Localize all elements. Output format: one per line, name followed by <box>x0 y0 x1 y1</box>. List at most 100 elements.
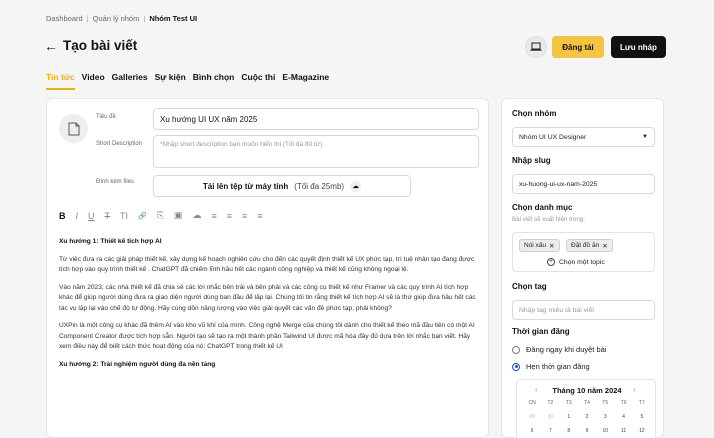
embed-icon[interactable]: ☁ <box>192 210 201 221</box>
radio-selected-icon <box>512 362 520 371</box>
preview-device-button[interactable] <box>525 36 547 58</box>
attachment-icon[interactable]: ⎘ <box>157 210 164 221</box>
chevron-down-icon: ▼ <box>642 134 648 140</box>
align-center-icon[interactable]: ≡ <box>227 211 232 221</box>
plus-icon: + <box>547 258 555 266</box>
formatting-toolbar: B I U T TI 🔗 ⎘ ▣ ☁ ≡ ≡ ≡ ≡ <box>59 210 263 221</box>
back-arrow-icon[interactable]: ← <box>44 38 58 54</box>
weekday: T4 <box>584 400 590 406</box>
breadcrumb-separator: | <box>143 14 146 23</box>
choose-topic-label: Chọn một topic <box>559 258 605 266</box>
image-icon[interactable]: ▣ <box>174 210 183 221</box>
chip-label: Nói xấu <box>524 242 547 249</box>
choose-topic-button[interactable]: + Chọn một topic <box>547 258 605 266</box>
slug-input[interactable]: xu-huong-ui-ux-nam-2025 <box>512 174 655 194</box>
calendar-day[interactable]: 6 <box>523 428 541 434</box>
underline-icon[interactable]: U <box>88 211 95 221</box>
calendar-day[interactable]: 10 <box>596 428 614 434</box>
publish-button[interactable]: Đăng tải <box>552 36 604 58</box>
calendar-day[interactable]: 1 <box>560 414 578 420</box>
calendar-day[interactable]: 12 <box>633 428 651 434</box>
tab-polls[interactable]: Bình chọn <box>193 72 235 90</box>
tab-emagazine[interactable]: E-Magazine <box>282 72 329 90</box>
calendar-month: Tháng 10 năm 2024 <box>552 386 622 395</box>
calendar-day[interactable]: 4 <box>614 414 632 420</box>
calendar: ‹ › Tháng 10 năm 2024 CN T2 T3 T4 T5 T6 … <box>516 379 656 438</box>
breadcrumb-current: Nhóm Test UI <box>149 14 198 23</box>
align-right-icon[interactable]: ≡ <box>242 211 247 221</box>
content-heading: Xu hướng 2: Trải nghiệm người dùng đa nề… <box>59 360 216 368</box>
weekday: T2 <box>547 400 554 406</box>
strikethrough-icon[interactable]: T <box>105 211 111 221</box>
breadcrumb-dashboard[interactable]: Dashboard <box>46 14 83 23</box>
calendar-day[interactable]: 2 <box>578 414 596 420</box>
page-title: Tạo bài viết <box>63 38 138 53</box>
upload-file-button[interactable]: Tải lên tệp từ máy tính (Tối đa 25mb) ☁ <box>153 175 411 197</box>
upload-size-hint: (Tối đa 25mb) <box>294 181 345 191</box>
close-icon[interactable]: ✕ <box>549 242 554 250</box>
upload-button-label: Tải lên tệp từ máy tính <box>202 181 289 191</box>
thumbnail-upload[interactable] <box>59 114 88 143</box>
text-size-icon[interactable]: TI <box>120 211 128 221</box>
radio-label: Đăng ngay khi duyệt bài <box>526 345 607 354</box>
category-hint: Bài viết sẽ xuất hiện trong: <box>512 216 585 223</box>
publish-time-label: Thời gian đăng <box>512 327 570 336</box>
title-label: Tiêu đề <box>96 114 116 120</box>
content-paragraph: UXPin là một công cụ khác đã thêm AI vào… <box>59 322 475 351</box>
calendar-day[interactable]: 7 <box>541 428 559 434</box>
short-description-input[interactable]: *Nhập short description bạn muốn hiển th… <box>153 135 479 168</box>
calendar-grid: CN T2 T3 T4 T5 T6 T7 29 30 1 2 3 4 5 6 7… <box>523 400 651 434</box>
category-chip: Nói xấu ✕ <box>519 239 560 252</box>
short-description-label: Short Description <box>96 141 143 147</box>
laptop-icon <box>530 42 542 51</box>
calendar-day[interactable]: 8 <box>560 428 578 434</box>
close-icon[interactable]: ✕ <box>602 242 607 250</box>
tag-input[interactable]: Nhập tag miêu tả bài viết <box>512 300 655 320</box>
weekday: T5 <box>602 400 609 406</box>
calendar-day[interactable]: 3 <box>596 414 614 420</box>
breadcrumb-separator: | <box>86 14 89 23</box>
tag-label: Chọn tag <box>512 282 547 291</box>
save-draft-button[interactable]: Lưu nháp <box>611 36 666 58</box>
content-paragraph: Vào năm 2023, các nhà thiết kế đã chia s… <box>59 283 476 312</box>
document-icon <box>68 122 79 135</box>
cloud-upload-icon: ☁ <box>350 180 362 192</box>
publish-now-option[interactable]: Đăng ngay khi duyệt bài <box>512 345 606 354</box>
schedule-option[interactable]: Hẹn thời gian đăng <box>512 362 590 371</box>
content-paragraph: Từ việc đưa ra các giải pháp thiết kế, x… <box>59 255 475 274</box>
justify-icon[interactable]: ≡ <box>257 211 262 221</box>
tab-galleries[interactable]: Galleries <box>112 72 148 90</box>
group-select[interactable]: Nhóm UI UX Designer ▼ <box>512 127 655 147</box>
italic-icon[interactable]: I <box>76 211 79 221</box>
calendar-day[interactable]: 5 <box>633 414 651 420</box>
breadcrumb-manage-group[interactable]: Quản lý nhóm <box>93 14 140 23</box>
attach-files-label: Đính kèm files <box>96 179 135 185</box>
title-input[interactable]: Xu hướng UI UX năm 2025 <box>153 108 479 130</box>
calendar-day[interactable]: 9 <box>578 428 596 434</box>
content-heading: Xu hướng 1: Thiết kế tích hợp AI <box>59 238 162 245</box>
category-label: Chọn danh mục <box>512 203 573 212</box>
category-chip: Đặt đồ ăn ✕ <box>566 239 613 252</box>
tab-video[interactable]: Video <box>82 72 105 90</box>
tab-events[interactable]: Sự kiện <box>155 72 186 90</box>
tab-contests[interactable]: Cuộc thi <box>241 72 275 90</box>
editor-content[interactable]: Xu hướng 1: Thiết kế tích hợp AI Từ việc… <box>59 237 479 377</box>
editor-panel: Tiêu đề Xu hướng UI UX năm 2025 Short De… <box>46 98 489 438</box>
radio-label: Hẹn thời gian đăng <box>526 362 590 371</box>
radio-icon <box>512 345 520 354</box>
calendar-day[interactable]: 11 <box>614 428 632 434</box>
weekday: T7 <box>638 400 645 406</box>
weekday: T3 <box>565 400 572 406</box>
calendar-day[interactable]: 29 <box>523 414 541 420</box>
calendar-day[interactable]: 30 <box>541 414 559 420</box>
group-select-value: Nhóm UI UX Designer <box>519 133 587 141</box>
category-selector: Nói xấu ✕ Đặt đồ ăn ✕ + Chọn một topic <box>512 232 655 272</box>
tab-news[interactable]: Tin tức <box>46 72 75 90</box>
slug-label: Nhập slug <box>512 156 551 165</box>
chip-label: Đặt đồ ăn <box>571 242 600 249</box>
link-icon[interactable]: 🔗 <box>138 212 147 220</box>
weekday: T6 <box>620 400 627 406</box>
bold-icon[interactable]: B <box>59 211 66 221</box>
group-label: Chọn nhóm <box>512 109 557 118</box>
align-left-icon[interactable]: ≡ <box>211 211 216 221</box>
